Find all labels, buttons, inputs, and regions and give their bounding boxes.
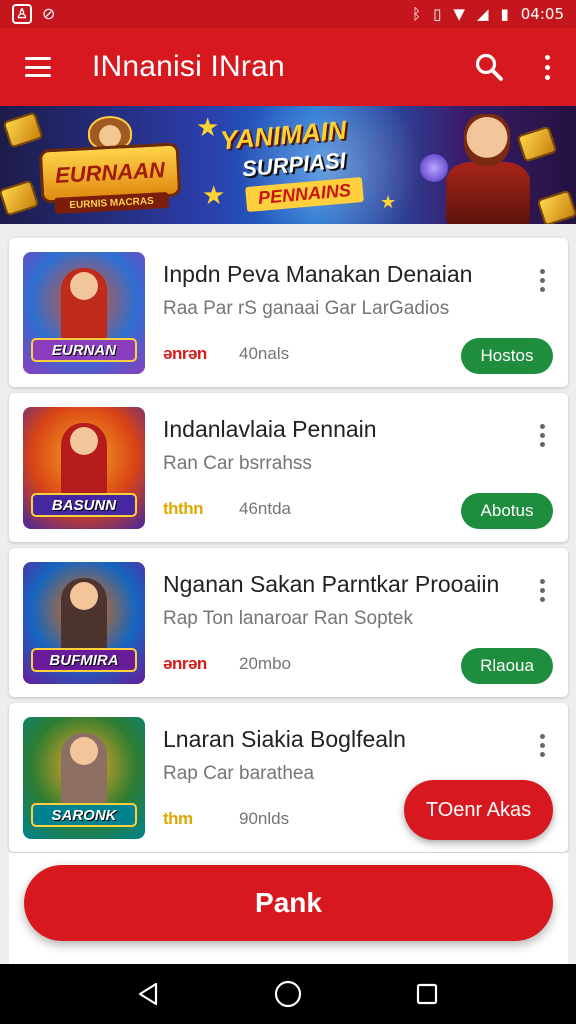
item-title: Nganan Sakan Parntkar Prooaiin xyxy=(163,571,500,597)
item-action-button[interactable]: Abotus xyxy=(461,493,553,529)
app-bar: INnanisi INran xyxy=(0,28,576,106)
star-icon: ★ xyxy=(380,192,397,212)
item-subtitle: Rap Car barathea xyxy=(163,763,315,784)
list-item[interactable]: BASUNN Indanlavlaia Pennain Ran Car bsrr… xyxy=(9,393,568,542)
primary-button[interactable]: Pank xyxy=(24,865,553,941)
item-subtitle: Ran Car bsrrahss xyxy=(163,453,312,474)
game-thumbnail: BASUNN xyxy=(23,407,145,529)
item-title: Inpdn Peva Manakan Denaian xyxy=(163,261,473,287)
banner-headline: YANIMAIN SURPIASI PENNAINS xyxy=(219,115,380,213)
item-count: 40nals xyxy=(239,344,290,363)
status-bar: ♙ ⊘ ᛒ ▯ ▼ ◢ ▮ 04:05 xyxy=(0,0,576,28)
game-thumbnail: SARONK xyxy=(23,717,145,839)
home-icon[interactable] xyxy=(268,974,308,1014)
coin-icon xyxy=(2,111,44,149)
item-rating: ththn xyxy=(163,499,203,518)
coin-icon xyxy=(0,179,40,217)
more-vertical-icon[interactable] xyxy=(530,268,554,292)
item-subtitle: Rap Ton lanaroar Ran Soptek xyxy=(163,608,413,629)
search-icon[interactable] xyxy=(460,28,518,106)
signal-icon: ◢ xyxy=(476,5,489,23)
system-nav-bar xyxy=(0,964,576,1024)
item-rating: ənrən xyxy=(163,344,207,363)
floating-action-button[interactable]: TOenr Akas xyxy=(404,780,553,840)
item-action-button[interactable]: Rlaoua xyxy=(461,648,553,684)
item-action-button[interactable]: Hostos xyxy=(461,338,553,374)
app-title: INnanisi INran xyxy=(92,50,285,83)
muted-icon: ⊘ xyxy=(42,6,56,23)
list-item[interactable]: BUFMIRA Nganan Sakan Parntkar Prooaiin R… xyxy=(9,548,568,697)
back-icon[interactable] xyxy=(129,974,169,1014)
item-count: 90nlds xyxy=(239,809,290,828)
item-title: Indanlavlaia Pennain xyxy=(163,416,377,442)
status-time: 04:05 xyxy=(520,5,564,23)
game-list: EURNAN Inpdn Peva Manakan Denaian Raa Pa… xyxy=(9,238,568,858)
game-thumbnail: BUFMIRA xyxy=(23,562,145,684)
vibrate-icon: ▯ xyxy=(433,5,442,23)
coin-icon xyxy=(536,189,576,224)
hamburger-menu-icon[interactable] xyxy=(0,28,76,106)
wifi-icon: ▼ xyxy=(453,5,465,23)
more-vertical-icon[interactable] xyxy=(530,423,554,447)
game-thumbnail: EURNAN xyxy=(23,252,145,374)
banner-logo: EURNAAN EURNIS MACRAS xyxy=(38,142,182,214)
item-count: 20mbo xyxy=(239,654,291,673)
item-count: 46ntda xyxy=(239,499,291,518)
star-icon: ★ xyxy=(196,112,220,142)
item-rating: thm xyxy=(163,809,193,828)
bluetooth-icon: ᛒ xyxy=(412,5,422,23)
list-item[interactable]: EURNAN Inpdn Peva Manakan Denaian Raa Pa… xyxy=(9,238,568,387)
promo-banner[interactable]: ★ ★ ★ EURNAAN EURNIS MACRAS YANIMAIN SUR… xyxy=(0,106,576,224)
item-subtitle: Raa Par rS ganaai Gar LarGadios xyxy=(163,298,450,319)
app-notification-icon: ♙ xyxy=(12,4,32,24)
recents-icon[interactable] xyxy=(407,974,447,1014)
banner-hero-icon xyxy=(420,114,536,224)
battery-icon: ▮ xyxy=(500,5,509,23)
more-vertical-icon[interactable] xyxy=(530,578,554,602)
more-vertical-icon[interactable] xyxy=(530,733,554,757)
more-vertical-icon[interactable] xyxy=(518,28,576,106)
item-title: Lnaran Siakia Boglfealn xyxy=(163,726,406,752)
item-rating: ənrən xyxy=(163,654,207,673)
